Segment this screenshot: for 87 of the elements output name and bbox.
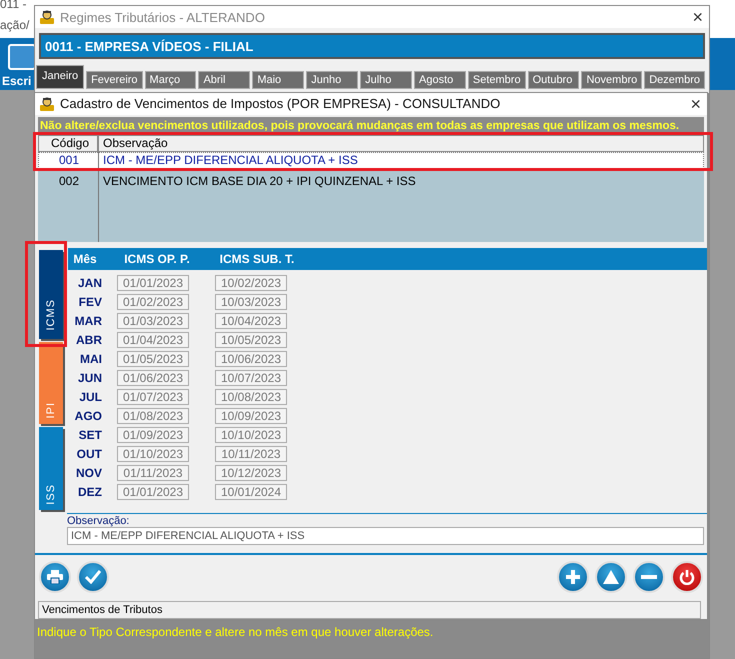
printer-icon — [47, 570, 63, 584]
table-cell-text: 002 — [58, 174, 80, 189]
column-header: Mês — [72, 252, 98, 266]
month-tab[interactable]: Março — [144, 71, 196, 89]
minus-icon — [641, 575, 657, 580]
column-header: ICMS OP. P. — [123, 252, 191, 266]
date-field[interactable]: 10/05/2023 — [215, 332, 287, 348]
month-tab[interactable]: Setembro — [468, 71, 526, 89]
date-field[interactable]: 01/07/2023 — [117, 388, 189, 405]
background-toolbar-label: Escri — [2, 74, 32, 88]
month-label: SET — [78, 428, 102, 442]
date-field[interactable]: 01/05/2023 — [117, 350, 189, 367]
month-tab[interactable]: Janeiro — [36, 65, 84, 89]
checkmark-icon — [85, 570, 101, 584]
date-field[interactable]: 10/04/2023 — [215, 312, 287, 329]
card-icon — [8, 44, 36, 70]
app-logo-icon — [39, 96, 55, 112]
month-label: JUN — [76, 370, 102, 385]
add-button[interactable] — [557, 561, 589, 594]
month-label: NOV — [74, 466, 102, 480]
date-field[interactable]: 10/02/2023 — [215, 274, 287, 291]
background-menu-text: ação/ — [0, 18, 30, 32]
column-header: ICMS SUB. T. — [218, 252, 296, 266]
table-cell-text: VENCIMENTO ICM BASE DIA 20 + IPI QUINZENAL + ISS — [102, 174, 416, 189]
date-field[interactable]: 10/12/2023 — [215, 464, 287, 481]
close-button[interactable]: × — [692, 8, 703, 26]
month-label: ABR — [75, 332, 102, 347]
date-field[interactable]: 01/09/2023 — [117, 426, 189, 443]
tax-tab[interactable]: IPI — [39, 342, 63, 424]
observation-field[interactable]: ICM - ME/EPP DIFERENCIAL ALIQUOTA + ISS — [67, 527, 704, 546]
close-button[interactable]: × — [690, 94, 701, 113]
table-row[interactable]: 001 ICM - ME/EPP DIFERENCIAL ALIQUOTA + ISS — [38, 152, 704, 169]
remove-button[interactable] — [633, 561, 665, 594]
tax-tab[interactable]: ICMS — [39, 250, 63, 339]
column-header: Código — [38, 134, 98, 152]
month-label: MAR — [74, 314, 102, 328]
print-button[interactable] — [39, 561, 71, 594]
month-label: DEZ — [77, 484, 102, 499]
month-tab[interactable]: Outubro — [528, 71, 580, 89]
month-label: MAI — [79, 352, 102, 366]
power-icon — [679, 569, 695, 586]
table-row[interactable]: 002 VENCIMENTO ICM BASE DIA 20 + IPI QUINZENAL + ISS — [38, 172, 704, 190]
status-bar: Vencimentos de Tributos — [38, 601, 701, 619]
company-field[interactable]: 0011 - EMPRESA VÍDEOS - FILIAL — [39, 33, 705, 59]
date-field[interactable]: 01/02/2023 — [117, 294, 189, 310]
month-tab[interactable]: Junho — [306, 71, 358, 89]
month-tab[interactable]: Dezembro — [644, 71, 705, 89]
date-field[interactable]: 10/01/2024 — [215, 484, 287, 500]
dialog-title: Cadastro de Vencimentos de Impostos (POR EMPRESA) - CONSULTANDO — [60, 96, 502, 112]
date-field[interactable]: 01/11/2023 — [117, 464, 189, 481]
date-field[interactable]: 10/03/2023 — [215, 294, 287, 310]
date-field[interactable]: 01/08/2023 — [117, 408, 189, 424]
up-button[interactable] — [595, 561, 627, 594]
triangle-up-icon — [603, 570, 619, 584]
window-title: Regimes Tributários - ALTERANDO — [60, 10, 266, 24]
month-tab[interactable]: Novembro — [581, 71, 642, 89]
date-field[interactable]: 10/06/2023 — [215, 350, 287, 367]
table-cell-text: ICM - ME/EPP DIFERENCIAL ALIQUOTA + ISS — [102, 152, 358, 168]
date-field[interactable]: 10/08/2023 — [215, 388, 287, 405]
confirm-button[interactable] — [77, 561, 109, 594]
month-label: JAN — [76, 276, 102, 290]
date-field[interactable]: 01/06/2023 — [117, 370, 189, 386]
date-field[interactable]: 01/04/2023 — [117, 332, 189, 348]
month-tab[interactable]: Fevereiro — [86, 71, 143, 89]
plus-icon — [565, 569, 581, 586]
power-button[interactable] — [671, 561, 703, 594]
date-field[interactable]: 01/01/2023 — [117, 274, 189, 291]
table-cell-text: 001 — [58, 152, 80, 168]
date-field[interactable]: 10/11/2023 — [215, 446, 287, 462]
tax-tab[interactable]: ISS — [39, 427, 63, 510]
date-field[interactable]: 10/07/2023 — [215, 370, 287, 386]
month-tab[interactable]: Agosto — [414, 71, 466, 89]
date-field[interactable]: 10/10/2023 — [215, 426, 287, 443]
month-label: JUL — [78, 390, 102, 404]
date-field[interactable]: 01/01/2023 — [117, 484, 189, 500]
date-field[interactable]: 01/10/2023 — [117, 446, 189, 462]
month-label: OUT — [76, 446, 102, 461]
month-tab[interactable]: Abril — [198, 71, 250, 89]
date-field[interactable]: 10/09/2023 — [215, 408, 287, 424]
month-label: AGO — [74, 408, 102, 423]
app-logo-icon — [39, 9, 55, 25]
hint-text: Indique o Tipo Correspondente e altere no mês em que houver alterações. — [37, 625, 434, 639]
date-field[interactable]: 01/03/2023 — [117, 312, 189, 329]
month-tab[interactable]: Maio — [252, 71, 304, 89]
month-label: FEV — [78, 294, 102, 309]
month-tab[interactable]: Julho — [360, 71, 412, 89]
column-header: Observação — [98, 134, 704, 152]
